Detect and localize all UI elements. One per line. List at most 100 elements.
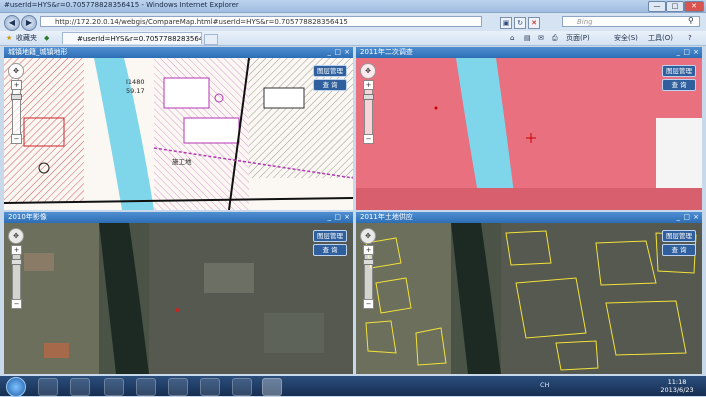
query-button[interactable]: 查 询 [313, 244, 347, 256]
query-button[interactable]: 查 询 [662, 79, 696, 91]
suggested-sites-icon[interactable]: ◆ [44, 33, 49, 43]
mail-icon[interactable]: ✉ [538, 33, 544, 43]
help-menu[interactable]: ? [688, 33, 692, 43]
zoom-slider-thumb[interactable] [363, 259, 374, 265]
land-supply-map[interactable] [356, 223, 702, 374]
pan-control-icon[interactable]: ✥ [360, 228, 376, 244]
zoom-out-button[interactable]: − [363, 299, 374, 309]
favorites-star-icon: ★ [6, 34, 13, 42]
search-input[interactable]: Bing [562, 16, 700, 27]
layer-manage-button[interactable]: 图层管理 [662, 65, 696, 77]
command-bar: ★ 收藏夹 ◆ #userId=HYS&r=0.705778828356415 … [0, 31, 706, 46]
zoom-in-button[interactable]: + [11, 245, 22, 255]
pan-control-icon[interactable]: ✥ [8, 228, 24, 244]
calculator-icon[interactable] [200, 378, 220, 396]
explorer-icon[interactable] [38, 378, 58, 396]
panel-maximize-button[interactable]: □ [683, 47, 690, 58]
address-bar: ◀ ▶ http://172.20.0.14/webgis/CompareMap… [0, 13, 706, 31]
safety-menu[interactable]: 安全(S) [614, 33, 638, 43]
zoom-slider[interactable]: + − [363, 80, 374, 144]
panel-maximize-button[interactable]: □ [334, 47, 341, 58]
pan-control-icon[interactable]: ✥ [360, 63, 376, 79]
panel-maximize-button[interactable]: □ [683, 212, 690, 223]
compatibility-icon[interactable]: ▣ [500, 17, 512, 29]
page-menu[interactable]: 页面(P) [566, 33, 590, 43]
ie-icon[interactable] [262, 378, 282, 396]
k-app-icon[interactable] [136, 378, 156, 396]
panel-title: 2011年土地供应 [360, 213, 413, 221]
forward-button[interactable]: ▶ [21, 15, 37, 31]
imagery-map[interactable] [4, 223, 353, 374]
clock[interactable]: 11:18 2013/6/23 [652, 378, 702, 394]
panel-maximize-button[interactable]: □ [334, 212, 341, 223]
maximize-button[interactable]: □ [666, 1, 684, 12]
survey-map[interactable] [356, 58, 702, 210]
back-button[interactable]: ◀ [4, 15, 20, 31]
query-button[interactable]: 查 询 [662, 244, 696, 256]
print-icon[interactable]: ⎙ [552, 33, 558, 43]
browser-tab[interactable]: #userId=HYS&r=0.705778828356415 [62, 32, 202, 44]
layer-manage-button[interactable]: 图层管理 [313, 230, 347, 242]
refresh-button[interactable]: ↻ [514, 17, 526, 29]
map-panel-land-supply: 2011年土地供应 _ □ × ✥ + − 图层管理 查 询 [356, 212, 702, 374]
new-tab-button[interactable] [204, 34, 218, 45]
panel-header: 城镇地籍_城镇地形 _ □ × [4, 47, 353, 58]
panel-minimize-button[interactable]: _ [328, 47, 332, 58]
favorites-button[interactable]: 收藏夹 [16, 33, 37, 43]
zoom-slider-thumb[interactable] [363, 94, 374, 100]
close-window-button[interactable]: ✕ [684, 1, 704, 12]
layer-manage-button[interactable]: 图层管理 [313, 65, 347, 77]
panel-minimize-button[interactable]: _ [677, 47, 681, 58]
survey-map-canvas [356, 58, 702, 210]
panel-minimize-button[interactable]: _ [328, 212, 332, 223]
url-input[interactable]: http://172.20.0.14/webgis/CompareMap.htm… [40, 16, 482, 27]
zoom-slider[interactable]: + − [363, 245, 374, 309]
map-button-group: 图层管理 查 询 [313, 230, 347, 258]
imagery-map-canvas [4, 223, 353, 374]
stop-button[interactable]: ✕ [528, 17, 540, 29]
start-button[interactable] [6, 377, 26, 397]
map-panel-survey: 2011年二次调查 _ □ × ✥ + − 图层管理 查 询 [356, 47, 702, 210]
zoom-out-button[interactable]: − [11, 299, 22, 309]
media-player-icon[interactable] [70, 378, 90, 396]
panel-close-button[interactable]: × [693, 47, 699, 58]
panel-close-button[interactable]: × [344, 212, 350, 223]
clock-time: 11:18 [667, 378, 687, 386]
zoom-slider-thumb[interactable] [11, 259, 22, 265]
panel-close-button[interactable]: × [693, 212, 699, 223]
cad-label: I1480 [126, 78, 145, 86]
app-icon[interactable] [104, 378, 124, 396]
cadastral-map-canvas [4, 58, 353, 210]
zoom-slider[interactable]: + − [11, 245, 22, 309]
query-button[interactable]: 查 询 [313, 79, 347, 91]
home-icon[interactable]: ⌂ [510, 33, 514, 43]
cadastral-map[interactable]: I1480 59.17 施工地 [4, 58, 353, 210]
search-icon[interactable]: ⚲ [688, 16, 694, 25]
zoom-in-button[interactable]: + [363, 80, 374, 90]
tools-menu[interactable]: 工具(O) [648, 33, 673, 43]
link-app-icon[interactable] [168, 378, 188, 396]
minimize-button[interactable]: — [648, 1, 666, 12]
zoom-out-button[interactable]: − [11, 134, 22, 144]
map-panel-cadastral: 城镇地籍_城镇地形 _ □ × I1480 59.17 施工地 ✥ + − 图层… [4, 47, 353, 210]
map-button-group: 图层管理 查 询 [662, 230, 696, 258]
pan-control-icon[interactable]: ✥ [8, 63, 24, 79]
clock-date: 2013/6/23 [660, 386, 694, 394]
layer-manage-button[interactable]: 图层管理 [662, 230, 696, 242]
zoom-out-button[interactable]: − [363, 134, 374, 144]
map-button-group: 图层管理 查 询 [313, 65, 347, 93]
panel-minimize-button[interactable]: _ [677, 212, 681, 223]
globe-icon[interactable] [232, 378, 252, 396]
cad-label: 59.17 [126, 87, 145, 95]
feeds-icon[interactable]: ▤ [524, 33, 531, 43]
language-indicator[interactable]: CH [540, 381, 549, 389]
zoom-slider[interactable]: + − [11, 80, 22, 144]
land-supply-map-canvas [356, 223, 702, 374]
zoom-in-button[interactable]: + [11, 80, 22, 90]
cad-label: 施工地 [172, 158, 192, 166]
window-title: #userId=HYS&r=0.705778828356415 - Window… [4, 1, 239, 9]
zoom-in-button[interactable]: + [363, 245, 374, 255]
zoom-slider-thumb[interactable] [11, 94, 22, 100]
panel-close-button[interactable]: × [344, 47, 350, 58]
taskbar: CH 11:18 2013/6/23 [0, 376, 706, 397]
